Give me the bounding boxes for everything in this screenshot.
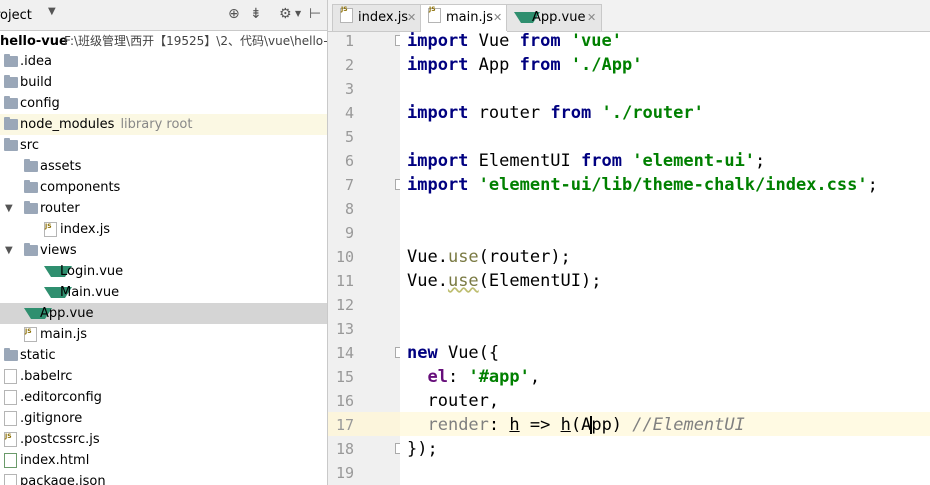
line-number: 5 [344,128,354,146]
folder-icon [4,75,18,88]
tree-item-babelrc[interactable]: .babelrc [0,366,327,387]
chevron-down-icon[interactable]: ▼ [48,6,56,17]
close-icon[interactable]: ✕ [407,5,416,31]
code-line-14: new Vue({ [407,343,500,363]
target-icon[interactable]: ⊕ [228,6,240,22]
line-number: 7 [344,176,354,194]
line-number: 3 [344,80,354,98]
line-number: 18 [335,440,354,458]
editor-tab-bar: index.js ✕ main.js ✕ App.vue ✕ [328,0,930,32]
collapse-icon[interactable]: ⇟ [250,6,262,22]
code-line-2: import App from './App' [407,55,643,75]
js-file-icon [340,0,353,23]
js-file-icon [24,321,37,342]
line-number: 11 [335,272,354,290]
tree-item-views[interactable]: ▼ views [0,240,327,261]
config-file-icon [4,369,17,384]
folder-icon [4,96,18,109]
code-line-15: el: '#app', [427,367,541,387]
gear-dropdown-icon[interactable]: ▼ [295,9,301,18]
line-number: 10 [335,248,354,266]
tree-root[interactable]: hello-vue F:\班级管理\西开【19525】\2、代码\vue\hel… [0,31,327,52]
close-icon[interactable]: ✕ [587,5,596,31]
line-number: 14 [335,344,354,362]
text-file-icon [4,411,17,426]
line-number: 19 [335,464,354,482]
folder-icon [24,201,38,214]
code-line-11: Vue.use(ElementUI); [407,271,602,291]
tree-item-node-modules[interactable]: node_modules library root [0,114,327,135]
tree-item-main-js[interactable]: main.js [0,321,327,345]
code-line-7: import 'element-ui/lib/theme-chalk/index… [407,175,878,195]
line-number: 6 [344,152,354,170]
tree-item-editorconfig[interactable]: .editorconfig [0,387,327,408]
tab-app-vue[interactable]: App.vue ✕ [506,4,602,31]
tree-item-package-json[interactable]: package.json [0,471,327,485]
folder-icon [24,243,38,256]
expand-arrow-icon[interactable]: ▼ [5,240,13,261]
code-line-10: Vue.use(router); [407,247,571,267]
tree-item-index-html[interactable]: index.html [0,450,327,471]
folder-icon [4,117,18,130]
tree-item-postcssrc[interactable]: .postcssrc.js [0,426,327,450]
code-line-18: }); [407,439,438,459]
tree-item-config[interactable]: config [0,93,327,114]
code-editor[interactable]: import Vue from 'vue' import App from '.… [400,31,930,485]
line-number: 8 [344,200,354,218]
tree-item-idea[interactable]: .idea [0,51,327,72]
gear-icon[interactable]: ⚙ [279,6,292,22]
text-file-icon [4,390,17,405]
line-number: 12 [335,296,354,314]
line-number: 9 [344,224,354,242]
folder-icon [4,54,18,67]
folder-icon [24,180,38,193]
code-line-6: import ElementUI from 'element-ui'; [407,151,766,171]
tree-item-label: node_modules [20,117,115,132]
tree-item-components[interactable]: components [0,177,327,198]
code-line-17: render: h => h(App) //ElementUI [427,415,745,435]
code-line-4: import router from './router' [407,103,704,123]
tree-item-assets[interactable]: assets [0,156,327,177]
folder-icon [24,159,38,172]
project-panel-title[interactable]: roject [0,8,32,23]
tree-item-login-vue[interactable]: Login.vue [0,261,327,282]
hide-icon[interactable]: ⊢ [309,6,321,22]
library-root-label: library root [120,117,193,132]
line-number: 4 [344,104,354,122]
line-number-gutter: 1 2 3 4 5 6 7 8 9 10 11 12 13 14 15 16 1… [328,32,404,485]
code-line-1: import Vue from 'vue' [407,31,622,51]
project-panel-header: roject ▼ ⊕ ⇟ ⚙ ▼ ⊢ [0,0,327,31]
folder-icon [4,348,18,361]
root-name: hello-vue [0,34,68,49]
close-icon[interactable]: ✕ [493,5,502,31]
tree-item-app-vue[interactable]: App.vue [0,303,327,324]
line-number: 13 [335,320,354,338]
tree-item-build[interactable]: build [0,72,327,93]
root-path: F:\班级管理\西开【19525】\2、代码\vue\hello-v [64,34,328,48]
line-number: 17 [335,416,354,434]
line-number: 2 [344,56,354,74]
tree-item-index-js[interactable]: index.js [0,216,327,240]
js-file-icon [44,216,57,237]
tree-item-src[interactable]: src [0,135,327,156]
line-number: 15 [335,368,354,386]
code-line-16: router, [407,391,500,411]
tree-item-gitignore[interactable]: .gitignore [0,408,327,429]
json-file-icon [4,474,17,485]
tree-item-static[interactable]: static [0,345,327,366]
tab-index-js[interactable]: index.js ✕ [332,0,422,31]
tab-main-js[interactable]: main.js ✕ [420,0,508,32]
folder-icon [4,138,18,151]
html-file-icon [4,453,17,468]
expand-arrow-icon[interactable]: ▼ [5,198,13,219]
js-file-icon [4,426,17,447]
project-panel: roject ▼ ⊕ ⇟ ⚙ ▼ ⊢ hello-vue F:\班级管理\西开【… [0,0,328,485]
line-number: 1 [344,32,354,50]
tree-item-main-vue[interactable]: Main.vue [0,282,327,303]
line-number: 16 [335,392,354,410]
js-file-icon [428,0,441,23]
